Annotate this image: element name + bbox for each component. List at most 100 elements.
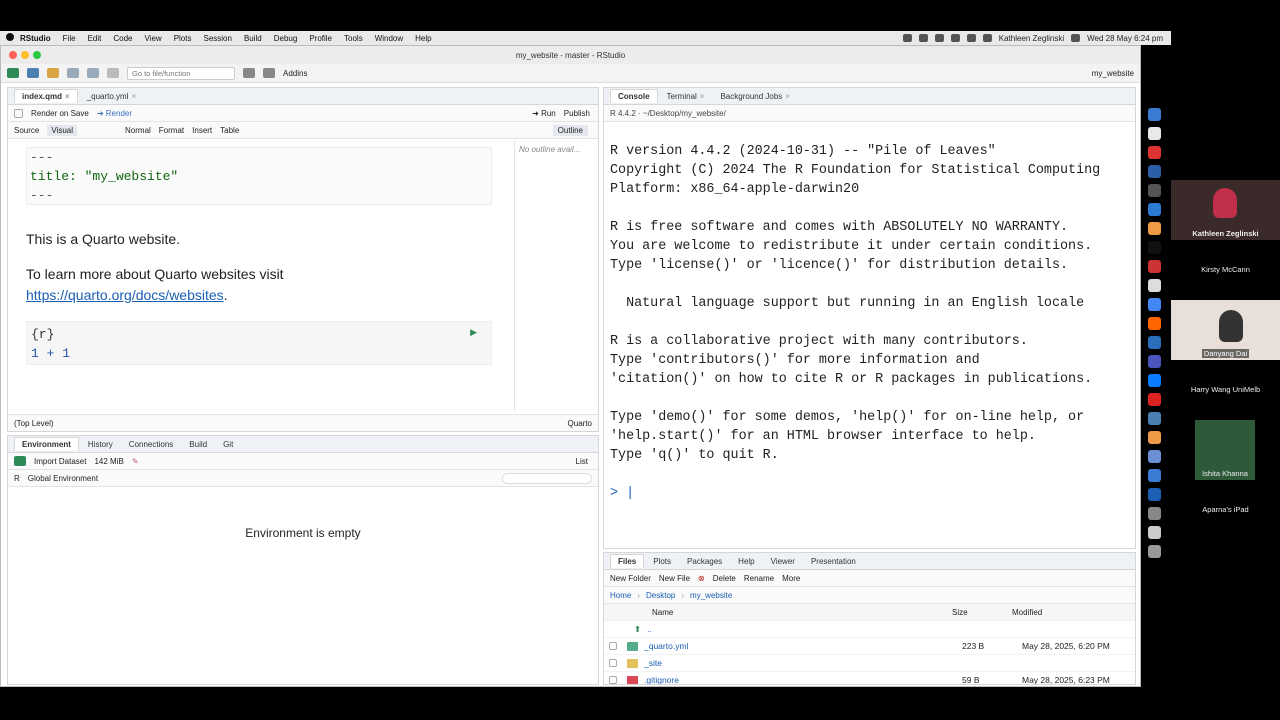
goto-file-input[interactable]: Go to file/function bbox=[127, 66, 235, 80]
save-all-icon[interactable] bbox=[87, 68, 99, 78]
tab-files[interactable]: Files bbox=[610, 554, 645, 568]
visual-mode-tab[interactable]: Visual bbox=[47, 124, 78, 136]
file-name[interactable]: .gitignore bbox=[644, 675, 962, 684]
table-row[interactable]: ⬆ .. bbox=[604, 621, 1135, 638]
wifi-icon[interactable] bbox=[982, 34, 992, 42]
row-checkbox[interactable] bbox=[609, 642, 617, 650]
sublime-icon[interactable] bbox=[1147, 317, 1161, 330]
table-menu[interactable]: Table bbox=[220, 126, 239, 135]
menu-plots[interactable]: Plots bbox=[168, 34, 198, 43]
tab-plots[interactable]: Plots bbox=[646, 555, 678, 568]
load-workspace-icon[interactable] bbox=[14, 456, 26, 466]
menu-view[interactable]: View bbox=[138, 34, 167, 43]
filezilla-icon[interactable] bbox=[1147, 260, 1161, 273]
zoom-icon[interactable] bbox=[1147, 488, 1161, 501]
app-icon[interactable] bbox=[1147, 469, 1161, 482]
col-name[interactable]: Name bbox=[652, 608, 952, 617]
tab-presentation[interactable]: Presentation bbox=[804, 555, 863, 568]
spotlight-icon[interactable] bbox=[1071, 34, 1081, 42]
app-icon[interactable] bbox=[1147, 279, 1161, 292]
menu-code[interactable]: Code bbox=[107, 34, 138, 43]
delete-icon[interactable]: ⊗ bbox=[698, 574, 705, 583]
participant-tile[interactable]: Aparna's iPad bbox=[1171, 480, 1280, 540]
app-icon[interactable] bbox=[1147, 507, 1161, 520]
new-project-icon[interactable] bbox=[27, 68, 39, 78]
messenger-icon[interactable] bbox=[1147, 374, 1161, 387]
rename-button[interactable]: Rename bbox=[744, 574, 774, 583]
trash-icon[interactable] bbox=[1147, 545, 1161, 558]
igv-icon[interactable] bbox=[1147, 412, 1161, 425]
col-modified[interactable]: Modified bbox=[1012, 608, 1042, 617]
new-file-icon[interactable] bbox=[7, 68, 19, 78]
list-view-menu[interactable]: List bbox=[576, 457, 588, 466]
scope-indicator[interactable]: (Top Level) bbox=[14, 419, 54, 428]
apple-icon[interactable] bbox=[0, 33, 14, 43]
app-icon[interactable] bbox=[1147, 431, 1161, 444]
participant-tile[interactable]: Danyang Dai bbox=[1171, 300, 1280, 360]
table-row[interactable]: _site bbox=[604, 655, 1135, 672]
broom-icon[interactable]: ✎ bbox=[132, 457, 139, 466]
tab-build[interactable]: Build bbox=[182, 438, 214, 451]
participant-tile[interactable]: Kathleen Zeglinski bbox=[1171, 180, 1280, 240]
console-path[interactable]: R 4.4.2 · ~/Desktop/my_website/ bbox=[610, 109, 726, 118]
terminal-icon[interactable] bbox=[1147, 241, 1161, 254]
table-row[interactable]: _quarto.yml 223 B May 28, 2025, 6:20 PM bbox=[604, 638, 1135, 655]
menu-app-name[interactable]: RStudio bbox=[14, 34, 57, 43]
yaml-block[interactable]: --- title: "my_website" --- bbox=[26, 147, 492, 205]
menu-debug[interactable]: Debug bbox=[268, 34, 304, 43]
quarto-websites-link[interactable]: https://quarto.org/docs/websites bbox=[26, 287, 224, 303]
status-icon-3[interactable] bbox=[934, 34, 944, 42]
project-menu[interactable]: my_website bbox=[1092, 69, 1134, 78]
new-folder-button[interactable]: New Folder bbox=[610, 574, 651, 583]
delete-button[interactable]: Delete bbox=[713, 574, 736, 583]
tab-environment[interactable]: Environment bbox=[14, 437, 79, 451]
layout-icon[interactable] bbox=[263, 68, 275, 78]
addins-menu[interactable]: Addins bbox=[283, 69, 307, 78]
participant-tile[interactable]: Kirsty McCann bbox=[1171, 240, 1280, 300]
tab-background-jobs[interactable]: Background Jobs × bbox=[713, 90, 797, 103]
teams-icon[interactable] bbox=[1147, 355, 1161, 368]
breadcrumb-my-website[interactable]: my_website bbox=[690, 591, 732, 600]
close-tab-icon[interactable]: × bbox=[65, 92, 70, 101]
table-row[interactable]: .gitignore 59 B May 28, 2025, 6:23 PM bbox=[604, 672, 1135, 684]
run-button[interactable]: ➜ Run bbox=[532, 109, 556, 118]
file-name[interactable]: .. bbox=[647, 624, 947, 634]
more-button[interactable]: More bbox=[782, 574, 800, 583]
insert-menu[interactable]: Insert bbox=[192, 126, 212, 135]
menubar-user[interactable]: Kathleen Zeglinski bbox=[999, 34, 1064, 43]
launchpad-icon[interactable] bbox=[1147, 127, 1161, 140]
tab-packages[interactable]: Packages bbox=[680, 555, 729, 568]
normal-style-select[interactable]: Normal bbox=[125, 126, 151, 135]
menu-tools[interactable]: Tools bbox=[338, 34, 369, 43]
search-icon[interactable] bbox=[950, 34, 960, 42]
git-icon[interactable] bbox=[243, 68, 255, 78]
menu-build[interactable]: Build bbox=[238, 34, 268, 43]
env-search-input[interactable] bbox=[502, 472, 592, 484]
format-menu[interactable]: Format bbox=[159, 126, 184, 135]
source-mode-tab[interactable]: Source bbox=[14, 126, 39, 135]
chrome-icon[interactable] bbox=[1147, 298, 1161, 311]
tab-console[interactable]: Console bbox=[610, 89, 658, 103]
render-on-save-checkbox[interactable] bbox=[14, 108, 23, 118]
app-icon[interactable] bbox=[1147, 146, 1161, 159]
battery-icon[interactable] bbox=[966, 34, 976, 42]
breadcrumb-desktop[interactable]: Desktop bbox=[646, 591, 675, 600]
open-file-icon[interactable] bbox=[47, 68, 59, 78]
tab-connections[interactable]: Connections bbox=[122, 438, 180, 451]
doc-type-indicator[interactable]: Quarto bbox=[568, 419, 592, 428]
tab-git[interactable]: Git bbox=[216, 438, 240, 451]
tab-help[interactable]: Help bbox=[731, 555, 761, 568]
participant-tile[interactable]: Ishita Khanna bbox=[1195, 420, 1255, 480]
run-chunk-icon[interactable]: ▶ bbox=[470, 327, 477, 338]
tab-index-qmd[interactable]: index.qmd × bbox=[14, 89, 78, 103]
app-icon[interactable] bbox=[1147, 450, 1161, 463]
app-icon[interactable] bbox=[1147, 184, 1161, 197]
print-icon[interactable] bbox=[107, 68, 119, 78]
close-window-button[interactable] bbox=[9, 51, 17, 59]
new-file-button[interactable]: New File bbox=[659, 574, 690, 583]
word-icon[interactable] bbox=[1147, 165, 1161, 178]
status-icon-1[interactable] bbox=[902, 34, 912, 42]
global-environment-select[interactable]: Global Environment bbox=[28, 474, 98, 483]
r-language-select[interactable]: R bbox=[14, 474, 20, 483]
menu-file[interactable]: File bbox=[57, 34, 82, 43]
